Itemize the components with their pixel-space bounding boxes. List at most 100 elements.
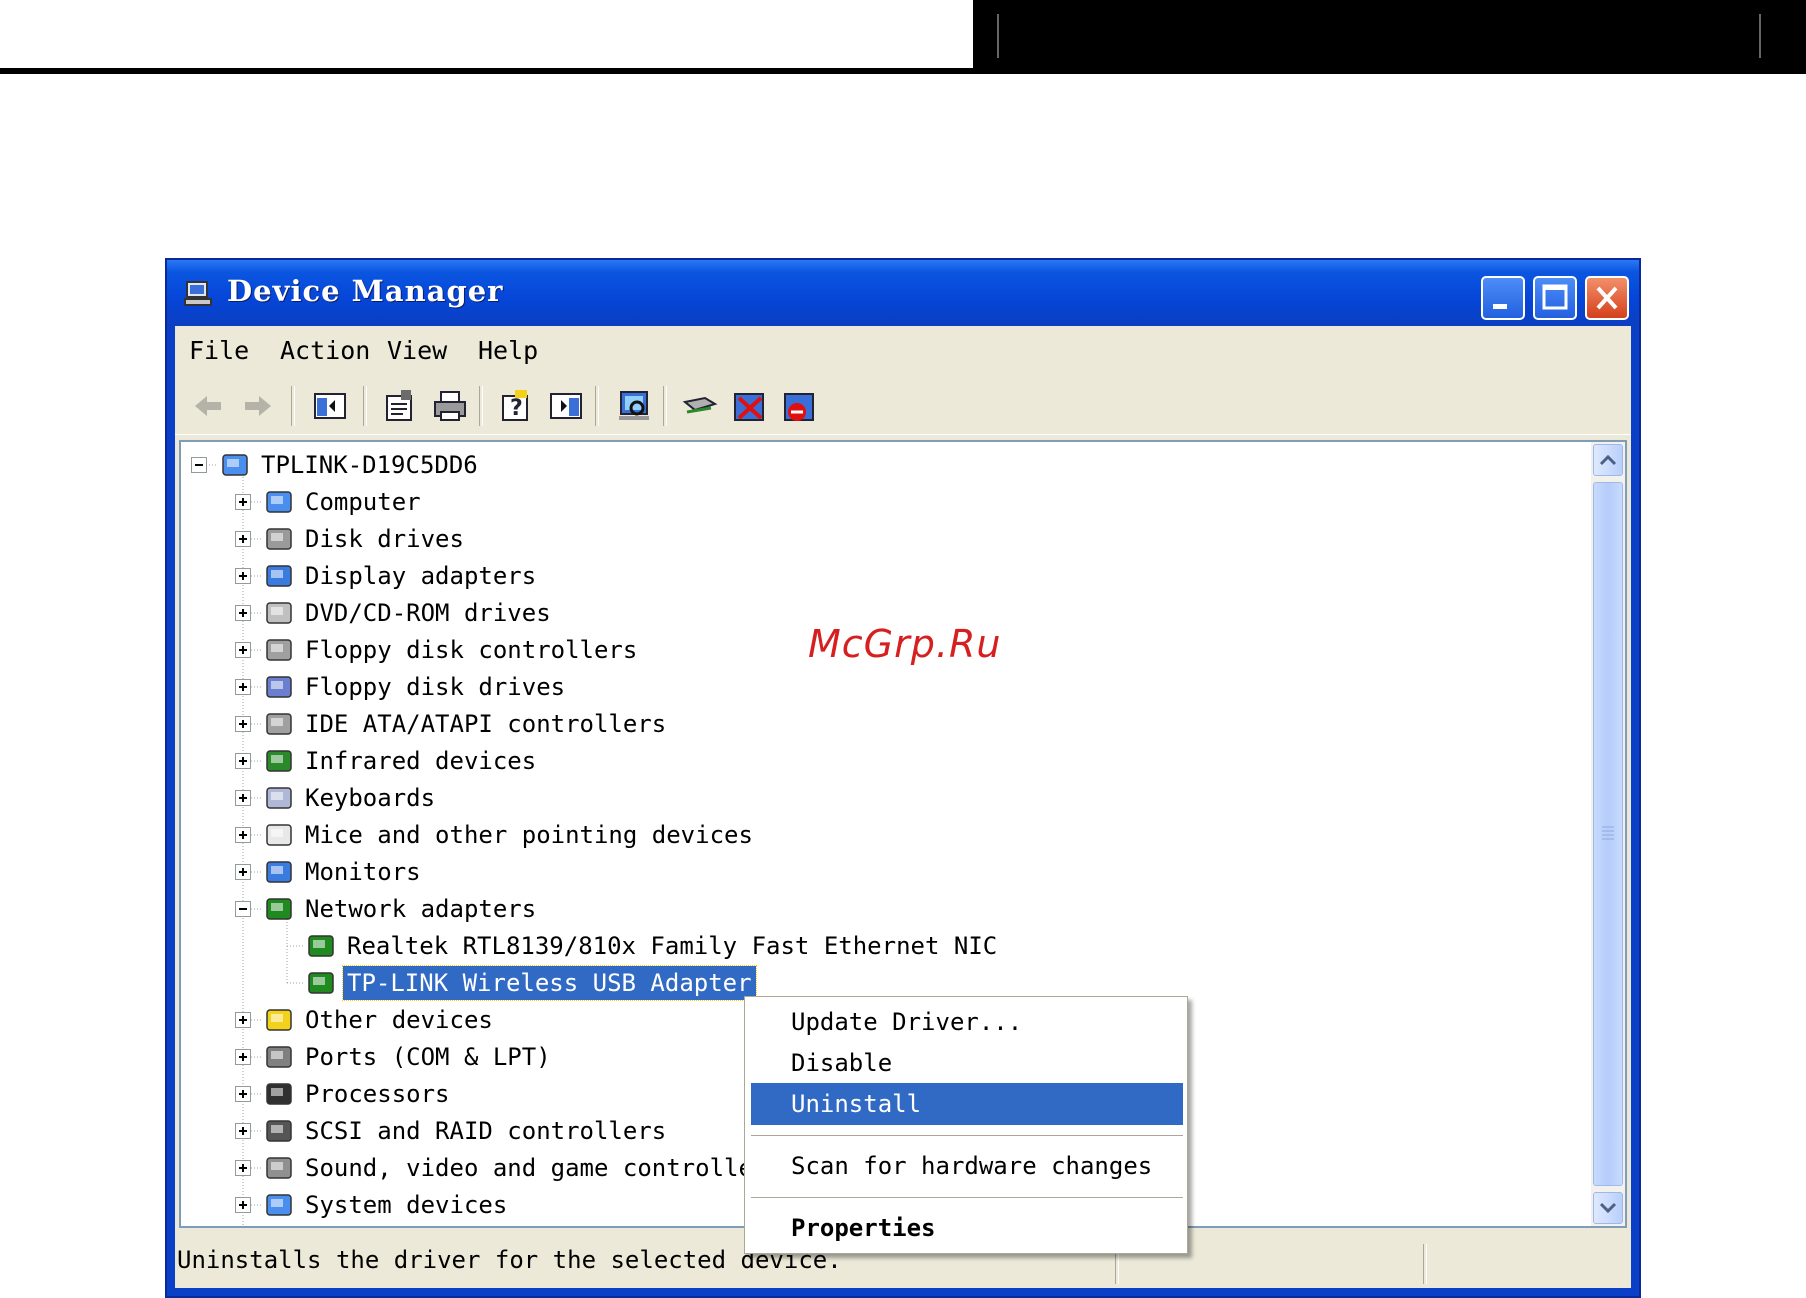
title-bar[interactable]: Device Manager (167, 260, 1639, 326)
unknown-device-icon (266, 1009, 292, 1031)
tree-category-item[interactable]: Display adapters (181, 559, 1561, 593)
expand-icon[interactable] (235, 1012, 251, 1028)
forward-icon[interactable] (239, 388, 277, 424)
tree-category-item[interactable]: Infrared devices (181, 744, 1561, 778)
tree-root[interactable]: TPLINK-D19C5DD6 (181, 448, 1561, 482)
show-hide-tree-icon[interactable] (311, 388, 349, 424)
tree-category-item[interactable]: Network adapters (181, 892, 1561, 926)
svg-text:?: ? (510, 396, 523, 421)
menu-item-label: Disable (791, 1049, 893, 1077)
collapse-icon[interactable] (235, 901, 251, 917)
tree-item-label: DVD/CD-ROM drives (305, 599, 551, 627)
display-adapter-icon (266, 565, 292, 587)
tree-item-label: Display adapters (305, 562, 537, 590)
print-icon[interactable] (431, 388, 469, 424)
expand-icon[interactable] (235, 494, 251, 510)
tree-category-item[interactable]: IDE ATA/ATAPI controllers (181, 707, 1561, 741)
back-icon[interactable] (189, 388, 227, 424)
scsi-icon (266, 1120, 292, 1142)
expand-icon[interactable] (235, 827, 251, 843)
minimize-button[interactable] (1481, 276, 1525, 320)
vertical-scrollbar[interactable] (1591, 442, 1625, 1226)
menu-help[interactable]: Help (478, 336, 538, 365)
maximize-button[interactable] (1533, 276, 1577, 320)
menu-action[interactable]: Action (280, 336, 370, 365)
menu-scan-hardware[interactable]: Scan for hardware changes (751, 1145, 1183, 1187)
network-card-icon (308, 935, 334, 957)
tree-category-item[interactable]: Monitors (181, 855, 1561, 889)
network-adapter-icon (266, 898, 292, 920)
tree-item-label: Processors (305, 1080, 450, 1108)
tree-item-label: Computer (305, 488, 421, 516)
disk-drive-icon (266, 528, 292, 550)
help-icon[interactable]: ? (497, 388, 535, 424)
tree-device-item[interactable]: TP-LINK Wireless USB Adapter (181, 965, 1561, 1001)
scroll-up-button[interactable] (1593, 444, 1623, 476)
tree-category-item[interactable]: Computer (181, 485, 1561, 519)
scroll-thumb[interactable] (1593, 482, 1623, 1186)
expand-icon[interactable] (235, 716, 251, 732)
expand-icon[interactable] (235, 753, 251, 769)
cdrom-icon (266, 602, 292, 624)
menu-properties[interactable]: Properties (751, 1207, 1183, 1249)
menu-view[interactable]: View (387, 336, 447, 365)
menu-disable[interactable]: Disable (751, 1042, 1183, 1084)
port-icon (266, 1046, 292, 1068)
network-card-icon (308, 972, 334, 994)
tree-item-label: Infrared devices (305, 747, 537, 775)
tree-item-label: TP-LINK Wireless USB Adapter (342, 965, 757, 1001)
tree-category-item[interactable]: Disk drives (181, 522, 1561, 556)
tree-category-item[interactable]: Mice and other pointing devices (181, 818, 1561, 852)
computer-icon (222, 454, 248, 476)
grip-icon (1602, 826, 1614, 840)
toolbar: ? (175, 376, 1631, 435)
infrared-icon (266, 750, 292, 772)
menu-file[interactable]: File (189, 336, 249, 365)
maximize-icon (1542, 284, 1568, 310)
tree-item-label: Mice and other pointing devices (305, 821, 753, 849)
expand-icon[interactable] (235, 790, 251, 806)
expand-icon[interactable] (235, 642, 251, 658)
tree-item-label: SCSI and RAID controllers (305, 1117, 667, 1145)
sound-icon (266, 1157, 292, 1179)
window-title: Device Manager (227, 274, 504, 308)
scroll-down-button[interactable] (1593, 1192, 1623, 1224)
menu-item-label: Properties (791, 1214, 936, 1242)
tree-category-item[interactable]: Floppy disk drives (181, 670, 1561, 704)
close-button[interactable] (1585, 276, 1629, 320)
minimize-icon (1493, 304, 1507, 309)
expand-icon[interactable] (235, 1123, 251, 1139)
processor-icon (266, 1083, 292, 1105)
collapse-icon[interactable] (191, 457, 207, 473)
expand-icon[interactable] (235, 568, 251, 584)
tree-item-label: Disk drives (305, 525, 464, 553)
mouse-icon (266, 824, 292, 846)
scan-hardware-icon[interactable] (615, 388, 653, 424)
expand-icon[interactable] (235, 531, 251, 547)
tree-item-label: TPLINK-D19C5DD6 (261, 451, 478, 479)
page-header-bar (973, 0, 1806, 72)
uninstall-icon[interactable] (731, 388, 769, 424)
tree-item-label: Floppy disk drives (305, 673, 566, 701)
menu-bar: File Action View Help (175, 326, 1631, 376)
expand-icon[interactable] (235, 864, 251, 880)
tree-category-item[interactable]: Keyboards (181, 781, 1561, 815)
show-hide-action-pane-icon[interactable] (547, 388, 585, 424)
expand-icon[interactable] (235, 1086, 251, 1102)
tree-device-item[interactable]: Realtek RTL8139/810x Family Fast Etherne… (181, 929, 1561, 963)
menu-uninstall[interactable]: Uninstall (751, 1083, 1183, 1125)
menu-item-label: Scan for hardware changes (791, 1152, 1153, 1180)
expand-icon[interactable] (235, 679, 251, 695)
tree-item-label: System devices (305, 1191, 508, 1219)
expand-icon[interactable] (235, 1049, 251, 1065)
expand-icon[interactable] (235, 1160, 251, 1176)
expand-icon[interactable] (235, 605, 251, 621)
properties-icon[interactable] (381, 388, 419, 424)
tree-item-label: IDE ATA/ATAPI controllers (305, 710, 667, 738)
menu-item-label: Uninstall (791, 1090, 922, 1118)
update-driver-icon[interactable] (681, 388, 719, 424)
expand-icon[interactable] (235, 1197, 251, 1213)
disable-device-icon[interactable] (781, 388, 819, 424)
tree-item-label: Keyboards (305, 784, 436, 812)
menu-update-driver[interactable]: Update Driver... (751, 1001, 1183, 1043)
